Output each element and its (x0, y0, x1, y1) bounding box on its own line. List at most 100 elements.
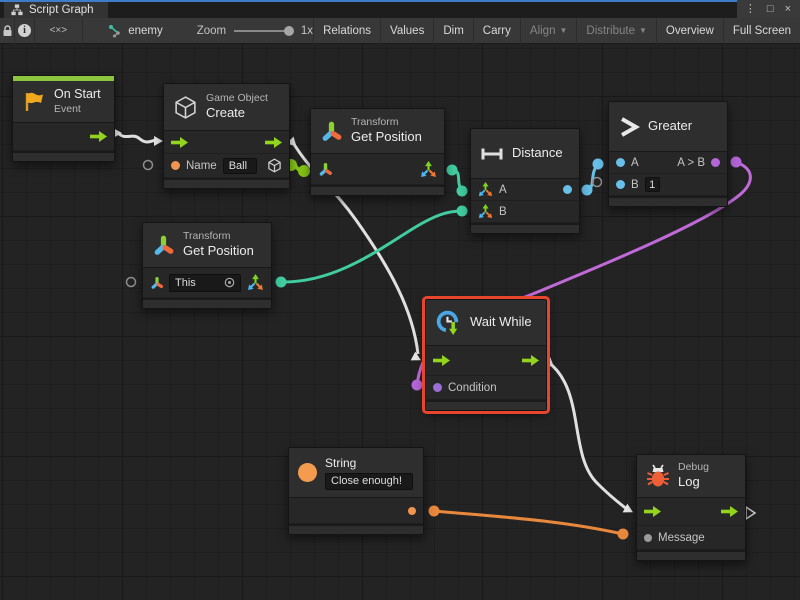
zoom-value: 1x (301, 25, 313, 37)
node-get-position-a[interactable]: Transform Get Position (310, 108, 445, 196)
wire-terminal-dot (582, 185, 593, 196)
flow-output-port[interactable] (721, 506, 738, 517)
node-title: Create (206, 105, 268, 121)
node-footer (637, 552, 745, 560)
node-distance[interactable]: Distance A B (470, 128, 580, 234)
align-dropdown[interactable]: Align▼ (521, 18, 578, 44)
wire-terminal-dot (593, 159, 604, 170)
window-maximize-icon[interactable]: □ (767, 4, 774, 15)
title-bar: Script Graph ⋮ □ × (0, 0, 800, 18)
wire-flow-waitwhile-debug[interactable] (548, 362, 628, 510)
flow-input-port[interactable] (171, 137, 188, 148)
node-title: Get Position (183, 243, 254, 259)
vector3-input-port[interactable] (478, 182, 493, 197)
string-type-icon (298, 463, 317, 482)
tab-script-graph[interactable]: Script Graph (4, 2, 108, 18)
flow-input-port[interactable] (433, 355, 450, 366)
node-create-gameobject[interactable]: Game Object Create Name Ball (163, 83, 290, 189)
port-label: Message (658, 532, 705, 544)
node-footer (311, 187, 444, 195)
flow-output-port[interactable] (265, 137, 282, 148)
node-greater[interactable]: Greater A A > B B 1 (608, 101, 728, 207)
wire-terminal-dot (276, 277, 287, 288)
bool-output-port[interactable] (711, 158, 720, 167)
transform-input-port[interactable] (318, 162, 333, 177)
info-button[interactable]: i (15, 18, 34, 44)
flow-output-port[interactable] (522, 355, 539, 366)
transform-icon (320, 120, 343, 143)
wire-terminal-dot (457, 186, 468, 197)
tab-title: Script Graph (29, 4, 94, 16)
node-wait-while[interactable]: Wait While Condition (425, 299, 547, 411)
vector3-output-port[interactable] (420, 161, 437, 178)
info-icon: i (18, 24, 31, 37)
graph-hierarchy-icon (11, 4, 23, 16)
flow-output-port[interactable] (90, 131, 107, 142)
b-value-field[interactable]: 1 (645, 177, 660, 192)
node-footer (426, 402, 546, 410)
float-output-port[interactable] (563, 185, 572, 194)
dim-button[interactable]: Dim (434, 18, 473, 44)
zoom-slider[interactable] (234, 30, 292, 32)
string-output-port[interactable] (408, 507, 416, 515)
float-input-port[interactable] (616, 180, 625, 189)
code-view-button[interactable]: <×> (35, 18, 84, 44)
wire-terminal-dot (618, 529, 629, 540)
wire-vector-getpositionb-distanceb[interactable] (281, 211, 462, 282)
graph-breadcrumb[interactable]: enemy (108, 24, 163, 38)
port-label: Name (186, 160, 217, 172)
distribute-dropdown[interactable]: Distribute▼ (577, 18, 657, 44)
graph-canvas[interactable]: On Start Event Game Object Create (0, 44, 800, 600)
cube-icon (173, 95, 198, 120)
toolbar-actions: Relations Values Dim Carry Align▼ Distri… (313, 18, 800, 44)
vector3-input-port[interactable] (478, 204, 493, 219)
carry-button[interactable]: Carry (474, 18, 521, 44)
flow-input-port[interactable] (644, 506, 661, 517)
node-get-position-b[interactable]: Transform Get Position This (142, 222, 272, 309)
vector3-output-port[interactable] (247, 274, 264, 291)
values-button[interactable]: Values (381, 18, 434, 44)
target-value-field[interactable]: This (169, 274, 241, 292)
message-input-port[interactable] (644, 534, 652, 542)
unconnected-port-circle[interactable] (593, 178, 602, 187)
chevron-down-icon: ▼ (559, 26, 567, 35)
name-value-field[interactable]: Ball (223, 158, 257, 174)
transform-input-port[interactable] (150, 276, 164, 290)
node-title: Log (678, 474, 709, 490)
transform-icon (152, 234, 175, 257)
object-picker-icon[interactable] (224, 277, 235, 288)
node-subtitle: Transform (351, 116, 422, 129)
gameobject-output-port[interactable] (267, 158, 282, 173)
string-input-port[interactable] (171, 161, 180, 170)
overview-button[interactable]: Overview (657, 18, 724, 44)
node-title: On Start (54, 87, 101, 103)
unconnected-flow-triangle[interactable] (746, 507, 755, 519)
lock-button[interactable] (0, 18, 15, 44)
bool-input-port[interactable] (433, 383, 442, 392)
node-title: Get Position (351, 129, 422, 145)
full-screen-button[interactable]: Full Screen (724, 18, 800, 44)
greater-than-icon (618, 116, 640, 138)
graph-asset-icon (108, 24, 122, 38)
relations-button[interactable]: Relations (314, 18, 381, 44)
unconnected-port-circle[interactable] (144, 161, 153, 170)
port-label: B (499, 206, 507, 218)
wire-terminal-dot (447, 165, 458, 176)
wire-terminal-dot (298, 165, 310, 177)
string-value-field[interactable]: Close enough! (325, 473, 413, 490)
node-footer (289, 526, 423, 534)
wire-flow-onstart-create[interactable] (118, 133, 157, 142)
wire-string-debug-message[interactable] (434, 511, 623, 534)
node-title: Distance (512, 145, 563, 161)
node-subtitle: Debug (678, 461, 709, 474)
window-menu-icon[interactable]: ⋮ (745, 4, 756, 15)
wire-terminal-dot (412, 380, 423, 391)
node-subtitle: Transform (183, 230, 254, 243)
node-string[interactable]: String Close enough! (288, 447, 424, 535)
unconnected-port-circle[interactable] (127, 278, 136, 287)
window-close-icon[interactable]: × (785, 4, 791, 15)
float-input-port[interactable] (616, 158, 625, 167)
zoom-slider-handle[interactable] (284, 26, 294, 36)
node-on-start[interactable]: On Start Event (12, 75, 115, 162)
node-debug-log[interactable]: Debug Log Message (636, 454, 746, 561)
